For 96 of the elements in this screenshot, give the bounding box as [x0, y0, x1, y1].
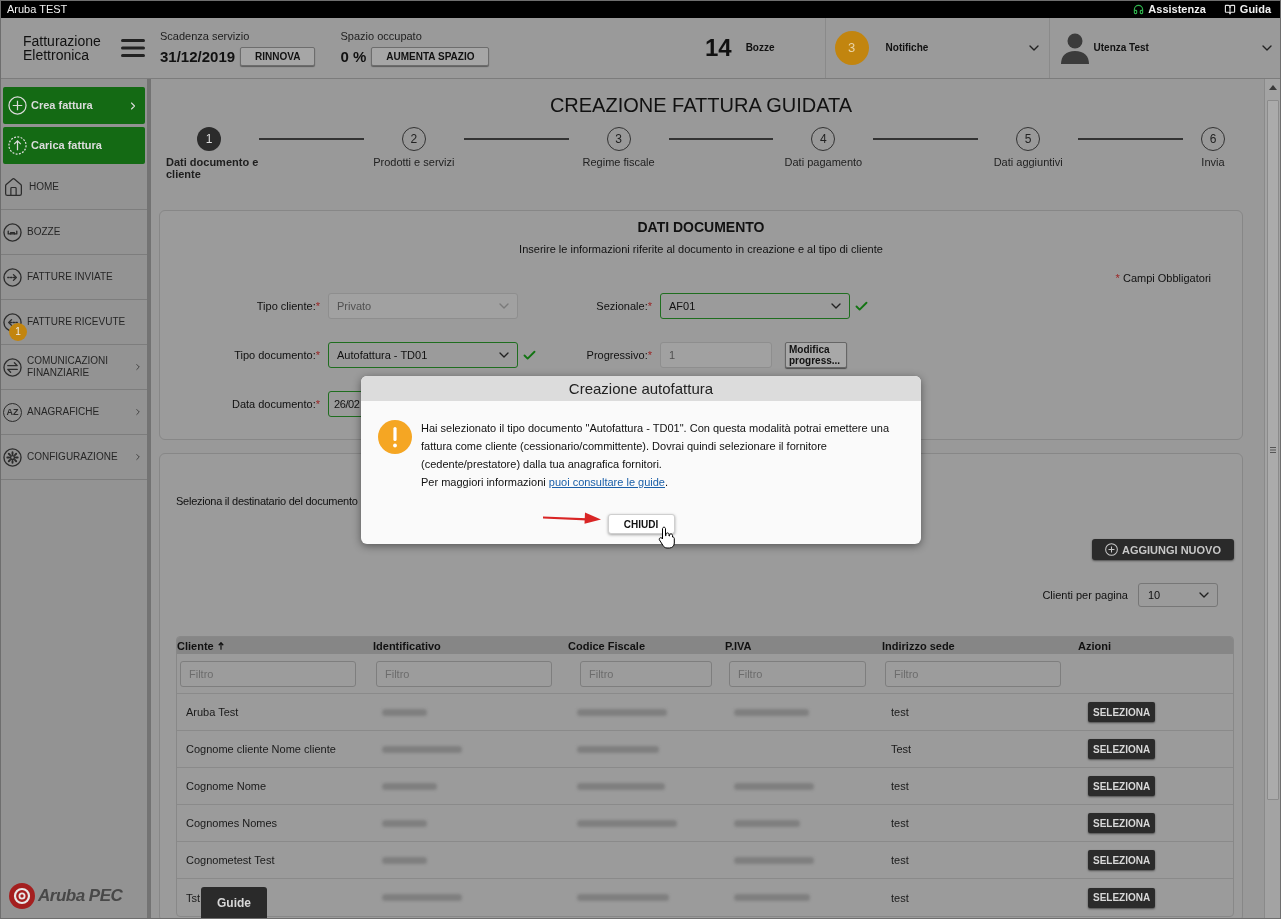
- table-cell: Aruba Test: [186, 706, 239, 718]
- scrollbar-track[interactable]: [1264, 79, 1280, 918]
- select-button[interactable]: SELEZIONA: [1088, 813, 1156, 833]
- nav-item[interactable]: FATTURE INVIATE: [1, 255, 147, 300]
- expiry-label: Scadenza servizio: [160, 30, 251, 43]
- top-link[interactable]: Guida: [1223, 3, 1271, 16]
- expiry-value: 31/12/2019: [160, 48, 236, 65]
- scroll-up-arrow-icon[interactable]: [1268, 85, 1277, 90]
- expiry-button[interactable]: RINNOVA: [240, 47, 316, 66]
- step-label: Dati pagamento: [784, 156, 863, 168]
- add-new-button[interactable]: AGGIUNGI NUOVO: [1092, 539, 1234, 560]
- user-avatar-icon: [1059, 32, 1090, 64]
- tray-icon: [3, 222, 22, 242]
- field-label: Sezionale:*: [596, 299, 652, 313]
- plus-circle-icon: [8, 96, 27, 115]
- table-cell: Cognomes Nomes: [186, 817, 278, 829]
- nav-item[interactable]: BOZZE: [1, 210, 147, 255]
- select-button[interactable]: SELEZIONA: [1088, 850, 1156, 870]
- action-button[interactable]: Crea fattura: [3, 87, 145, 124]
- select-button[interactable]: SELEZIONA: [1088, 887, 1156, 908]
- table-cell: Cognometest Test: [186, 854, 275, 866]
- arrow-right-icon: [3, 267, 22, 287]
- swap-arrows-icon: [3, 357, 22, 377]
- table-cell: Cognome cliente Nome cliente: [186, 743, 336, 755]
- top-link[interactable]: Assistenza: [1133, 3, 1206, 16]
- field-label: Tipo documento:*: [234, 348, 320, 362]
- user-name: Utenza Test: [1093, 42, 1149, 54]
- more-info-text: Per maggiori informazioni puoi consultare le guide.: [421, 475, 669, 490]
- table-cell: Cognome Nome: [186, 780, 267, 792]
- column-header[interactable]: Codice Fiscale: [568, 639, 646, 652]
- column-header[interactable]: Cliente: [177, 639, 224, 652]
- dropdown[interactable]: Autofattura - TD01: [328, 342, 518, 368]
- select-button[interactable]: SELEZIONA: [1088, 702, 1156, 722]
- nav-item[interactable]: HOME: [1, 165, 147, 210]
- drafts-label: Bozze: [745, 42, 775, 54]
- field-label: Tipo cliente:*: [256, 299, 320, 313]
- menu-icon[interactable]: [121, 38, 145, 58]
- dialog-message: Hai selezionato il tipo documento "Autofattura - TD01". Con questa modalità potrai emettere una fattura come cliente (cessionario/committente). Dovrai quindi selezionare il fornitore (cedente/prestatore) dalla tua anagrafica fornitori.: [421, 421, 891, 472]
- dropdown[interactable]: AF01: [660, 293, 850, 319]
- scrollbar-thumb[interactable]: [1266, 100, 1279, 800]
- arrow-annotation: [543, 512, 601, 524]
- brand-logo-text: Aruba PEC: [38, 886, 123, 906]
- table-cell: test: [891, 817, 909, 829]
- step-label: Dati documento e cliente: [166, 156, 260, 180]
- step-label: Prodotti e servizi: [373, 156, 455, 168]
- step-label: Regime fiscale: [582, 156, 655, 168]
- nav-item[interactable]: COMUNICAZIONI FINANZIARIE: [1, 345, 147, 390]
- action-button[interactable]: Carica fattura: [3, 127, 145, 164]
- table-cell: test: [891, 854, 909, 866]
- app-title: Aruba TEST: [7, 3, 68, 16]
- app-logo-text: Fatturazione Elettronica: [23, 34, 102, 62]
- step-label: Invia: [1201, 156, 1225, 168]
- warning-icon: [378, 420, 412, 454]
- field-label: Data documento:*: [231, 397, 320, 411]
- notifications-label: Notifiche: [885, 42, 929, 54]
- page-title: CREAZIONE FATTURA GUIDATA: [549, 93, 853, 117]
- field-label: Progressivo:*: [586, 348, 652, 362]
- table-cell: Tst: [186, 891, 201, 904]
- home-icon: [3, 176, 24, 198]
- table-cell: test: [891, 780, 909, 792]
- panel-subtitle: Inserire le informazioni riferite al documento in creazione e al tipo di cliente: [519, 243, 883, 255]
- page-size-dropdown[interactable]: 10: [1138, 583, 1218, 607]
- notification-count-badge: 3: [834, 31, 869, 65]
- seal-icon: [8, 882, 36, 910]
- panel-title: DATI DOCUMENTO: [637, 219, 765, 235]
- nav-item[interactable]: AZ ANAGRAFICHE: [1, 390, 147, 435]
- count-badge: 1: [9, 323, 27, 341]
- select-button[interactable]: SELEZIONA: [1088, 776, 1156, 796]
- required-note: * Campi Obbligatori: [1115, 272, 1211, 284]
- column-header[interactable]: Identificativo: [373, 639, 441, 652]
- gear-icon: [3, 447, 22, 467]
- guide-tab[interactable]: Guide: [201, 887, 267, 918]
- upload-circle-icon: [8, 136, 27, 155]
- page-size-label: Clienti per pagina: [1042, 589, 1128, 601]
- table-cell: test: [891, 891, 909, 904]
- table-cell: test: [891, 706, 909, 718]
- step-label: Dati aggiuntivi: [993, 156, 1063, 168]
- book-icon: [1223, 4, 1236, 15]
- table-cell: Test: [891, 743, 912, 755]
- close-button[interactable]: CHIUDI: [607, 514, 675, 534]
- column-header[interactable]: P.IVA: [725, 639, 752, 652]
- recipient-prompt: Seleziona il destinatario del documento: [176, 495, 358, 507]
- storage-label: Spazio occupato: [340, 30, 423, 43]
- plus-circle-icon: [1105, 543, 1118, 556]
- column-header[interactable]: Indirizzo sede: [882, 639, 955, 652]
- dialog-title: Creazione autofattura: [568, 380, 714, 397]
- headset-icon: [1133, 4, 1145, 15]
- storage-button[interactable]: AUMENTA SPAZIO: [371, 47, 490, 66]
- column-header[interactable]: Azioni: [1078, 639, 1111, 652]
- drafts-count: 14: [704, 35, 732, 61]
- nav-item[interactable]: CONFIGURAZIONE: [1, 435, 147, 480]
- nav-item[interactable]: FATTURE RICEVUTE 1: [1, 300, 147, 345]
- storage-value: 0 %: [340, 48, 367, 65]
- select-button[interactable]: SELEZIONA: [1088, 739, 1156, 759]
- grip-lines-icon: [1269, 447, 1276, 453]
- guides-link[interactable]: puoi consultare le guide: [548, 476, 665, 488]
